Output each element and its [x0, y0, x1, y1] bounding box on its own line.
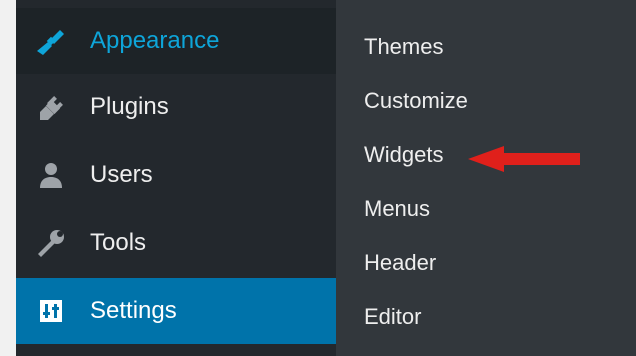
submenu-item-customize[interactable]: Customize — [364, 88, 468, 114]
page-edge — [0, 0, 16, 356]
sidebar-item-users[interactable]: Users — [16, 142, 336, 208]
red-arrow-icon — [468, 142, 584, 181]
sidebar-item-label: Plugins — [90, 93, 169, 120]
submenu-item-editor[interactable]: Editor — [364, 304, 421, 330]
wp-admin-menu: Appearance Plugins Users Tools Settings … — [0, 0, 636, 356]
settings-sliders-icon — [34, 294, 68, 328]
sidebar-item-label: Users — [90, 161, 153, 188]
sidebar-item-settings[interactable]: Settings — [16, 278, 336, 344]
sidebar-item-label: Settings — [90, 297, 177, 324]
sidebar-item-plugins[interactable]: Plugins — [16, 74, 336, 140]
submenu-item-header[interactable]: Header — [364, 250, 436, 276]
sidebar-item-tools[interactable]: Tools — [16, 210, 336, 276]
paintbrush-icon — [34, 24, 68, 58]
submenu-item-themes[interactable]: Themes — [364, 34, 443, 60]
user-icon — [34, 158, 68, 192]
sidebar-item-label: Appearance — [90, 27, 220, 54]
submenu-item-menus[interactable]: Menus — [364, 196, 430, 222]
plugin-plug-icon — [34, 90, 68, 124]
wrench-icon — [34, 226, 68, 260]
admin-sidebar: Appearance Plugins Users Tools Settings — [16, 0, 352, 356]
sidebar-item-label: Tools — [90, 229, 147, 256]
submenu-item-widgets[interactable]: Widgets — [364, 142, 443, 168]
sidebar-item-appearance[interactable]: Appearance — [16, 8, 336, 74]
